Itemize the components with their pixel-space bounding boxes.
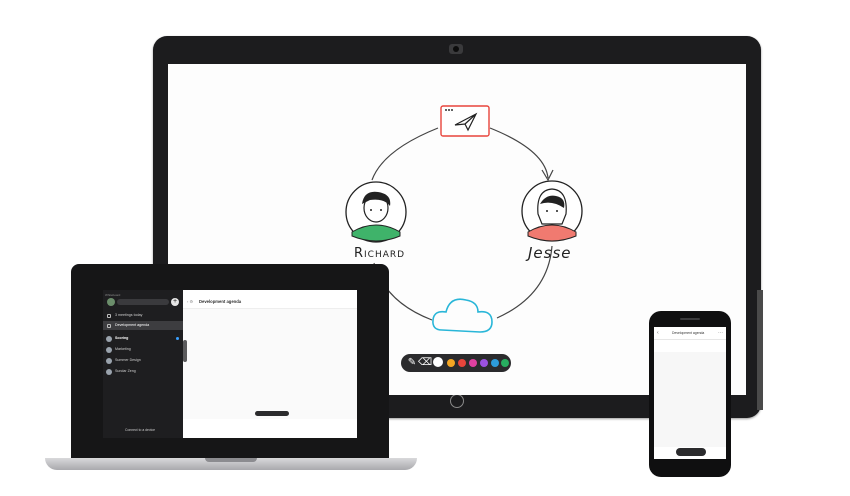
color-swatch-purple[interactable] [480,359,488,367]
avatar [106,368,112,375]
sidebar-item-label: 3 meetings today [115,313,143,317]
color-swatch-white[interactable] [433,357,443,367]
sidebar-item-summer-design[interactable]: Summer Design [103,356,183,365]
sidebar-item-label: Scoring [115,336,129,340]
avatar [106,357,112,364]
app-sidebar: Whiteboard + 3 meetings today Developmen… [103,290,183,438]
window-title: Whiteboard [105,293,121,297]
participant-label-jesse: Jesse [528,244,572,262]
whiteboard-toolbar: ✎ ⌫ [401,354,511,372]
sidebar-item-sundar-zeng[interactable]: Sundar Zeng [103,367,183,376]
page-title: Development agenda [199,299,242,304]
search-input[interactable] [117,299,169,305]
sidebar-item-label: Development agenda [115,323,150,327]
laptop-screen: Whiteboard + 3 meetings today Developmen… [103,290,357,438]
connect-device-link[interactable]: Connect to a device [125,428,155,432]
avatar[interactable] [107,298,115,306]
sidebar-item-development-agenda[interactable]: Development agenda [103,321,183,330]
unread-badge [176,337,179,340]
laptop-base [45,458,417,470]
jesse-avatar [521,180,583,242]
board-icon [107,323,111,328]
speaker-icon [680,318,700,320]
sidebar-item-meetings[interactable]: 3 meetings today [103,311,183,320]
sidebar-item-marketing[interactable]: Marketing [103,345,183,354]
avatar [106,346,112,353]
arrow-arc-top-left [371,127,439,181]
page-title: Development agenda [672,331,705,335]
eraser-icon[interactable]: ⌫ [418,357,432,369]
calendar-icon [107,313,111,318]
participant-label-richard: Richard [354,246,406,261]
more-icon[interactable]: ⋯ [718,330,723,336]
phone-header: ‹ Development agenda ⋯ [654,327,726,340]
color-swatch-green[interactable] [501,359,509,367]
app-main: ‹ ⚙ Development agenda [183,290,357,438]
board-toolbar[interactable] [255,411,289,416]
board-canvas[interactable] [654,352,726,447]
back-icon[interactable]: ‹ ⚙ [187,299,193,304]
color-swatch-red[interactable] [458,359,466,367]
add-button[interactable]: + [171,298,179,306]
color-swatch-blue[interactable] [491,359,499,367]
pen-icon[interactable]: ✎ [406,357,418,369]
cloud-icon [432,298,493,333]
board-toolbar[interactable] [676,448,706,456]
avatar [106,335,112,342]
richard-avatar [345,181,407,243]
back-icon[interactable]: ‹ [657,330,659,336]
sidebar-item-label: Summer Design [115,358,141,362]
arrow-arc-top-right [489,127,549,179]
sidebar-item-scoring[interactable]: Scoring [103,334,183,343]
board-canvas[interactable] [183,309,357,419]
color-swatch-orange[interactable] [447,359,455,367]
sidebar-item-label: Sundar Zeng [115,369,136,373]
drag-handle[interactable] [183,340,187,362]
sidebar-item-label: Marketing [115,347,131,351]
phone-screen: ‹ Development agenda ⋯ [654,327,726,459]
color-swatch-pink[interactable] [469,359,477,367]
